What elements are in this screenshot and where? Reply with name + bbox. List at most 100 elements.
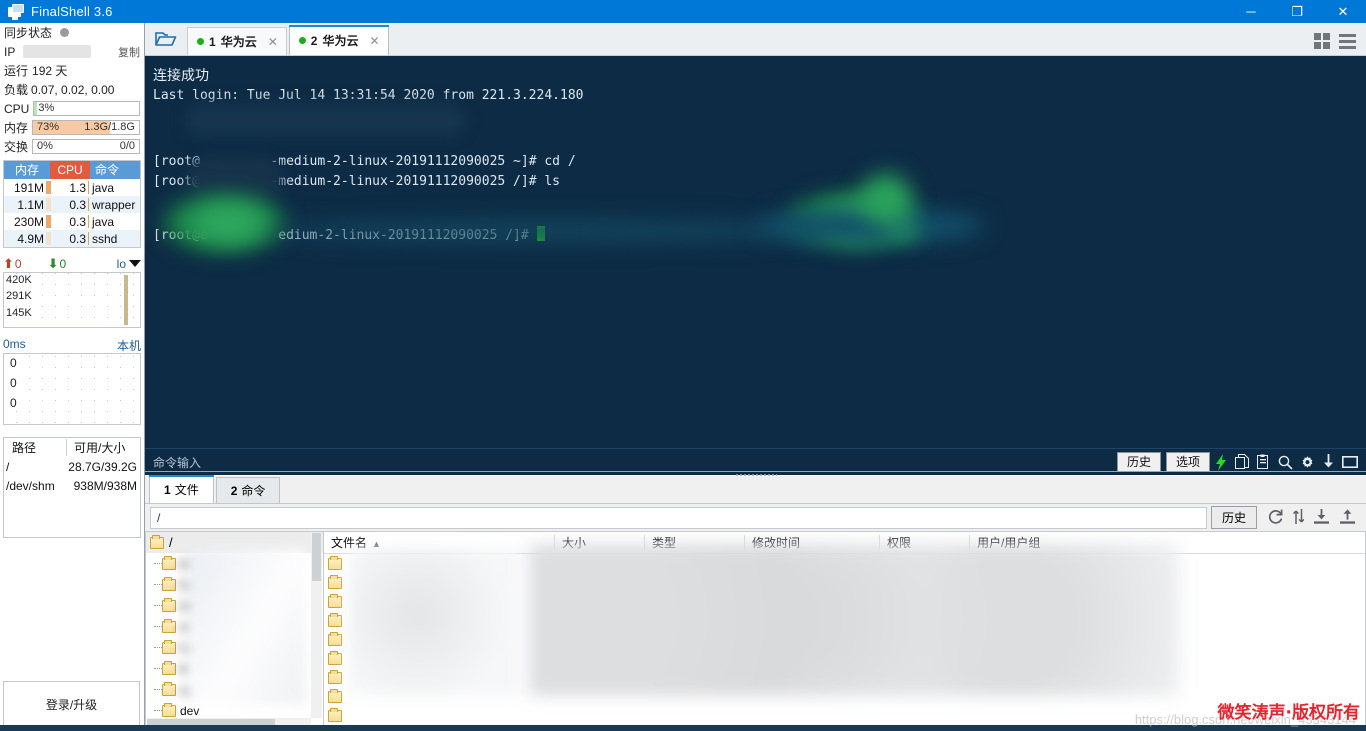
- process-row[interactable]: 1.1M 0.3 wrapper: [4, 196, 140, 213]
- network-upload-value: 0: [14, 256, 22, 271]
- file-list[interactable]: 文件名 ▲ 大小 类型 修改时间 权限 用户/用户组: [323, 531, 1366, 731]
- paste-icon[interactable]: [1257, 454, 1271, 470]
- folder-icon: [328, 707, 342, 722]
- folder-icon: [328, 631, 342, 646]
- chevron-down-icon[interactable]: [129, 260, 141, 267]
- window-icon[interactable]: [1342, 455, 1358, 469]
- copy-ip-button[interactable]: 复制: [118, 44, 140, 60]
- tab-files-label: 文件: [174, 483, 199, 497]
- tab-session-1[interactable]: 1 华为云 ✕: [187, 27, 287, 55]
- network-y-label: 145K: [6, 307, 34, 319]
- network-interface-select[interactable]: lo: [117, 257, 141, 271]
- cpu-meter: 3%: [33, 101, 140, 116]
- close-button[interactable]: ✕: [1320, 0, 1366, 23]
- tab-label: 2: [310, 33, 318, 48]
- terminal-line-cd: [root@xxxxxxxxx-medium-2-linux-201911120…: [153, 154, 576, 169]
- terminal-last-login: Last login: Tue Jul 14 13:31:54 2020 fro…: [153, 88, 584, 103]
- folder-icon: [162, 618, 176, 633]
- redacted-output: [265, 220, 825, 242]
- load-label: 负载: [4, 83, 29, 97]
- terminal-history-button[interactable]: 历史: [1116, 452, 1161, 472]
- search-icon[interactable]: [1278, 455, 1293, 470]
- tab-files-number: 1: [164, 482, 171, 497]
- watermark-text: 微笑涛声·版权所有: [1217, 703, 1360, 723]
- file-history-button[interactable]: 历史: [1210, 506, 1257, 529]
- grid-view-icon[interactable]: [1314, 33, 1330, 49]
- tab-files[interactable]: 1 文件: [149, 475, 214, 503]
- load-row: 负载 0.07, 0.02, 0.00: [0, 80, 144, 99]
- network-graph: 420K 291K 145K: [3, 272, 141, 328]
- maximize-button[interactable]: ❐: [1274, 0, 1320, 23]
- ip-label: IP: [4, 44, 16, 59]
- network-download-value: 0: [59, 256, 67, 271]
- network-header: ⬆ 0 ⬇ 0 lo: [3, 255, 141, 272]
- memory-meter: 73% 1.3G/1.8G: [32, 120, 140, 135]
- arrow-down-icon: ⬇: [47, 255, 59, 271]
- title-bar: FinalShell 3.6 ─ ❐ ✕: [0, 0, 1366, 23]
- folder-icon: [162, 576, 176, 591]
- login-upgrade-button[interactable]: 登录/升级: [3, 681, 140, 727]
- tab-close-icon[interactable]: ✕: [266, 35, 280, 49]
- process-row[interactable]: 191M 1.3 java: [4, 179, 140, 196]
- app-icon: [8, 3, 24, 20]
- folder-icon: [162, 555, 176, 570]
- disk-table[interactable]: 路径 可用/大小 / 28.7G/39.2G /dev/shm 938M/938…: [3, 437, 141, 538]
- disk-row[interactable]: / 28.7G/39.2G: [4, 457, 140, 476]
- process-row[interactable]: 4.9M 0.3 sshd: [4, 230, 140, 247]
- uptime-label: 运行: [4, 64, 29, 78]
- redacted-region: [185, 104, 465, 136]
- swap-meter: 0% 0/0: [32, 139, 140, 154]
- lightning-icon[interactable]: [1215, 453, 1228, 471]
- process-table[interactable]: 内存 CPU 命令 191M 1.3 java 1.1M 0.3 wrapper…: [3, 160, 141, 248]
- tab-status-dot: [298, 37, 306, 44]
- gear-icon[interactable]: [1300, 455, 1315, 470]
- open-folder-icon[interactable]: [145, 23, 187, 55]
- tab-status-dot: [197, 38, 204, 45]
- memory-percent: 73%: [37, 121, 60, 133]
- tree-vertical-scrollbar[interactable]: [311, 533, 322, 718]
- minimize-button[interactable]: ─: [1228, 0, 1274, 23]
- ip-value-redacted: [23, 45, 92, 58]
- app-title: FinalShell 3.6: [31, 4, 113, 19]
- col-cpu[interactable]: CPU: [50, 161, 90, 179]
- latency-y-label: 0: [10, 356, 19, 370]
- refresh-icon[interactable]: [1267, 508, 1284, 528]
- file-path-input[interactable]: /: [150, 506, 1207, 529]
- col-avail-size: 可用/大小: [66, 439, 140, 456]
- cpu-meter-label: CPU: [4, 101, 30, 116]
- tab-session-2[interactable]: 2 华为云 ✕: [288, 25, 389, 55]
- command-input[interactable]: 命令输入: [153, 454, 201, 471]
- memory-meter-label: 内存: [4, 121, 29, 135]
- process-command: java: [92, 180, 115, 195]
- directory-tree[interactable]: / bin boot data etc home lib opt dev: [145, 531, 323, 731]
- copy-icon[interactable]: [1235, 454, 1250, 470]
- tab-label: 1: [209, 34, 216, 49]
- download-icon[interactable]: [1322, 454, 1335, 470]
- download-icon[interactable]: [1313, 508, 1330, 528]
- latency-target: 本机: [116, 339, 141, 353]
- disk-usage: 28.7G/39.2G: [68, 459, 137, 474]
- network-y-label: 291K: [6, 290, 34, 302]
- folder-icon: [328, 593, 342, 608]
- col-path: 路径: [12, 441, 37, 455]
- network-interface-label: lo: [116, 256, 126, 271]
- redacted-filenames: [349, 548, 519, 696]
- swap-meter-row: 交换 0% 0/0: [0, 137, 144, 156]
- col-command[interactable]: 命令: [90, 161, 140, 179]
- terminal-options-button[interactable]: 选项: [1165, 452, 1210, 472]
- file-panel: 1 文件 2 命令 / 历史 / lib dev 文件名 ▲ 大小 类型 修改时…: [145, 475, 1366, 731]
- col-memory[interactable]: 内存: [4, 161, 50, 179]
- upload-icon[interactable]: [1339, 508, 1356, 528]
- folder-icon: [162, 702, 176, 717]
- folder-icon: [328, 669, 342, 684]
- tab-commands[interactable]: 2 命令: [215, 477, 281, 503]
- network-y-label: 420K: [6, 274, 34, 286]
- tab-close-icon[interactable]: ✕: [367, 34, 381, 48]
- sort-icon[interactable]: [1293, 508, 1305, 528]
- hamburger-menu-icon[interactable]: [1339, 33, 1356, 49]
- disk-row[interactable]: /dev/shm 938M/938M: [4, 476, 140, 495]
- terminal-output[interactable]: 连接成功 Last login: Tue Jul 14 13:31:54 202…: [145, 56, 1366, 475]
- process-row[interactable]: 230M 0.3 java: [4, 213, 140, 230]
- disk-usage: 938M/938M: [73, 478, 137, 493]
- process-command: java: [92, 214, 115, 229]
